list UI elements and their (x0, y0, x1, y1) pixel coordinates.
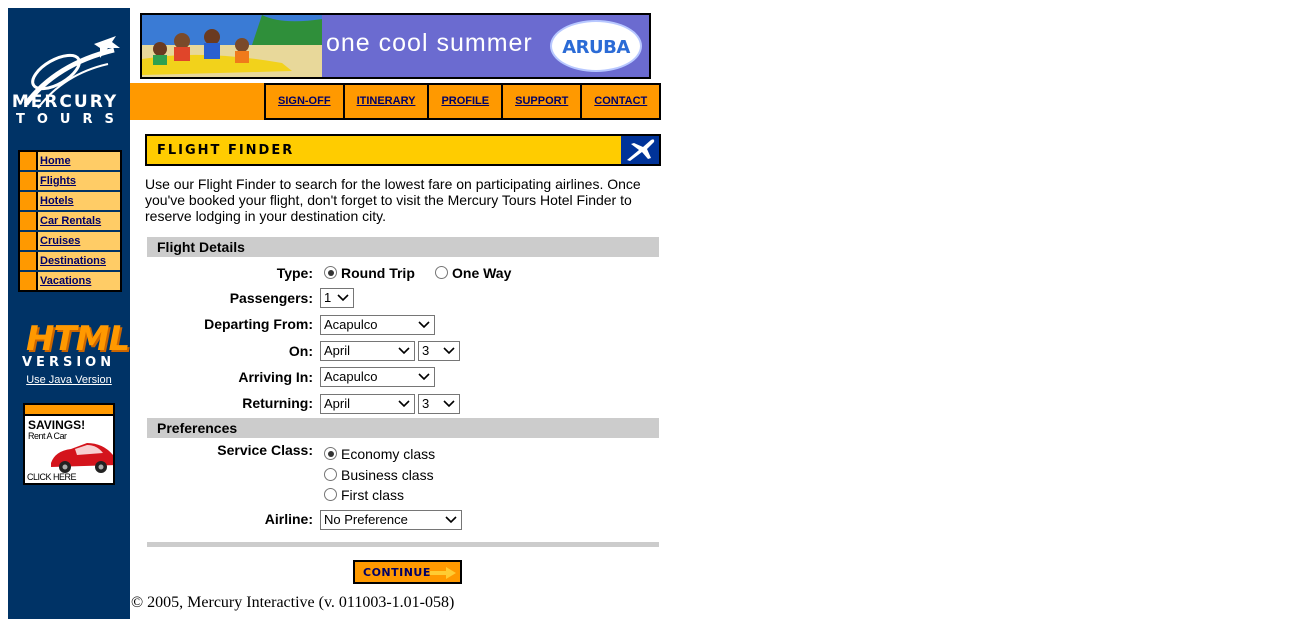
first-class-label: First class (341, 487, 404, 503)
sidebar-link-cruises[interactable]: Cruises (38, 232, 120, 250)
sidebar-item-cruises[interactable]: Cruises (20, 232, 120, 252)
first-class-radio[interactable] (324, 488, 337, 501)
on-label: On: (288, 343, 313, 359)
preferences-section-header: Preferences (147, 418, 659, 438)
aruba-logo: ARUBA (550, 20, 642, 72)
use-java-version-link[interactable]: Use Java Version (8, 374, 130, 386)
sidebar-item-car-rentals[interactable]: Car Rentals (20, 212, 120, 232)
departure-day-value: 3 (422, 343, 430, 358)
airline-select[interactable]: No Preference (320, 510, 462, 530)
car-icon (51, 443, 113, 473)
service-class-first[interactable]: First class (324, 487, 404, 503)
topnav-itinerary[interactable]: ITINERARY (344, 85, 430, 118)
form-labels: Type: Passengers: Departing From: On: Ar… (147, 0, 313, 619)
logo-text-mercury: MERCURY (11, 92, 119, 112)
nav-bullet (20, 252, 38, 270)
business-class-label: Business class (341, 467, 434, 483)
nav-bullet (20, 232, 38, 250)
sidebar-nav: Home Flights Hotels Car Rentals Cruises … (18, 150, 122, 292)
airline-value: No Preference (324, 512, 408, 527)
departing-from-select[interactable]: Acapulco (320, 315, 435, 335)
sidebar-item-destinations[interactable]: Destinations (20, 252, 120, 272)
html-version-badge: HTML VERSION (20, 315, 130, 371)
sidebar-item-home[interactable]: Home (20, 152, 120, 172)
sidebar-link-vacations[interactable]: Vacations (38, 272, 120, 290)
arriving-in-label: Arriving In: (238, 369, 313, 385)
sidebar-link-flights[interactable]: Flights (38, 172, 120, 190)
one-way-radio[interactable] (435, 266, 448, 279)
trip-type-one-way[interactable]: One Way (435, 265, 511, 281)
ad-top-bar (25, 405, 113, 416)
passengers-value: 1 (324, 290, 332, 305)
departure-day-select[interactable]: 3 (418, 341, 460, 361)
sidebar-link-destinations[interactable]: Destinations (38, 252, 120, 270)
round-trip-radio[interactable] (324, 266, 337, 279)
departing-from-label: Departing From: (204, 316, 313, 332)
service-class-business[interactable]: Business class (324, 467, 434, 483)
chevron-down-icon (418, 373, 430, 381)
one-way-label: One Way (452, 265, 512, 281)
passengers-select[interactable]: 1 (320, 288, 354, 308)
service-class-economy[interactable]: Economy class (324, 446, 435, 462)
sidebar-item-vacations[interactable]: Vacations (20, 272, 120, 290)
trip-type-round-trip[interactable]: Round Trip (324, 265, 415, 281)
nav-bullet (20, 212, 38, 230)
return-day-select[interactable]: 3 (418, 394, 460, 414)
html-badge-text: HTML (26, 319, 130, 359)
airline-label: Airline: (264, 511, 313, 527)
departure-month-value: April (324, 343, 351, 358)
type-label: Type: (276, 265, 313, 281)
top-nav: SIGN-OFF ITINERARY PROFILE SUPPORT CONTA… (264, 83, 662, 120)
returning-label: Returning: (242, 395, 313, 411)
nav-bullet (20, 272, 38, 290)
sidebar: MERCURY TOURS Home Flights Hotels Car Re… (8, 8, 130, 619)
arriving-in-value: Acapulco (324, 369, 378, 384)
topnav-profile[interactable]: PROFILE (429, 85, 504, 118)
topnav-support[interactable]: SUPPORT (503, 85, 583, 118)
ad-click-here: CLICK HERE (27, 472, 77, 482)
chevron-down-icon (443, 347, 455, 355)
aruba-logo-text: ARUBA (562, 37, 630, 58)
chevron-down-icon (418, 321, 430, 329)
arrow-right-icon (430, 567, 456, 579)
banner-slogan: one cool summer (326, 29, 533, 57)
service-class-label: Service Class: (217, 442, 313, 458)
nav-bullet (20, 172, 38, 190)
economy-class-radio[interactable] (324, 447, 337, 460)
sidebar-link-car-rentals[interactable]: Car Rentals (38, 212, 120, 230)
return-month-select[interactable]: April (320, 394, 415, 414)
sidebar-item-flights[interactable]: Flights (20, 172, 120, 192)
topnav-contact[interactable]: CONTACT (582, 85, 662, 118)
airplane-icon (621, 136, 659, 164)
economy-class-label: Economy class (341, 446, 436, 462)
business-class-radio[interactable] (324, 468, 337, 481)
return-month-value: April (324, 396, 351, 411)
sidebar-link-hotels[interactable]: Hotels (38, 192, 120, 210)
logo-text-tours: TOURS (16, 112, 126, 127)
chevron-down-icon (398, 400, 410, 408)
sidebar-item-hotels[interactable]: Hotels (20, 192, 120, 212)
ad-title: SAVINGS! (28, 418, 86, 432)
round-trip-label: Round Trip (341, 265, 415, 281)
departure-month-select[interactable]: April (320, 341, 415, 361)
sidebar-link-home[interactable]: Home (38, 152, 120, 170)
continue-button-label: CONTINUE (363, 566, 431, 579)
copyright-footer: © 2005, Mercury Interactive (v. 011003-1… (131, 594, 455, 611)
chevron-down-icon (443, 400, 455, 408)
return-day-value: 3 (422, 396, 430, 411)
continue-button[interactable]: CONTINUE (353, 560, 462, 584)
chevron-down-icon (445, 516, 457, 524)
form-divider (147, 542, 659, 547)
passengers-label: Passengers: (229, 290, 313, 306)
chevron-down-icon (337, 294, 349, 302)
nav-bullet (20, 152, 38, 170)
arriving-in-select[interactable]: Acapulco (320, 367, 435, 387)
version-badge-text: VERSION (22, 355, 116, 370)
savings-rent-a-car-ad[interactable]: SAVINGS! Rent A Car CLICK HERE (23, 403, 115, 485)
departing-from-value: Acapulco (324, 317, 378, 332)
chevron-down-icon (398, 347, 410, 355)
nav-bullet (20, 192, 38, 210)
